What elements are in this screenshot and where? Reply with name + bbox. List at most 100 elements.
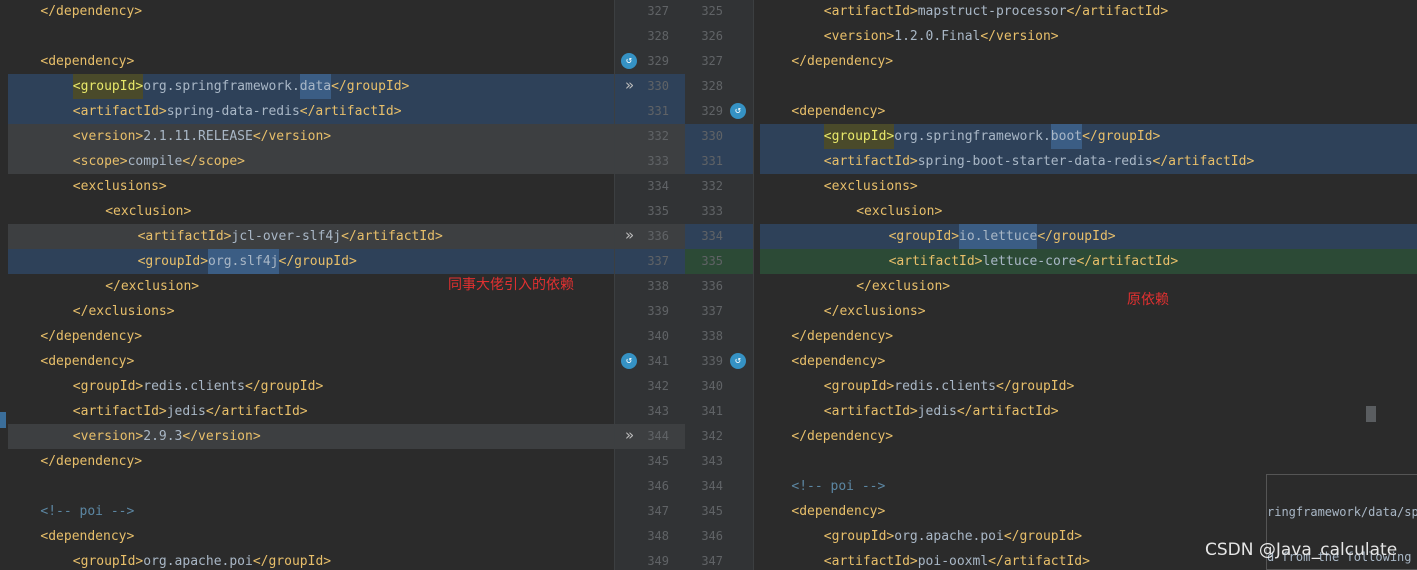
code-token: </dependency> xyxy=(40,329,143,344)
code-token: </exclusion> xyxy=(105,279,200,294)
override-marker-icon[interactable]: ↺ xyxy=(730,353,746,369)
code-token: </artifactId> xyxy=(1066,4,1169,19)
code-line[interactable]: </dependency> xyxy=(40,0,614,24)
code-token: </groupId> xyxy=(996,379,1075,394)
code-token: <dependency> xyxy=(791,104,886,119)
override-marker-icon[interactable]: ↺ xyxy=(621,53,637,69)
code-line[interactable]: </exclusions> xyxy=(824,299,1417,324)
code-line[interactable]: <exclusion> xyxy=(856,199,1417,224)
code-token: redis.clients xyxy=(143,379,245,394)
right-line-number: 345 xyxy=(701,504,723,518)
code-token: </exclusion> xyxy=(856,279,951,294)
code-line[interactable]: <groupId>io.lettuce</groupId> xyxy=(889,224,1417,249)
code-line[interactable]: <artifactId>spring-boot-starter-data-red… xyxy=(824,149,1417,174)
left-line-number: 346 xyxy=(647,479,669,493)
code-line[interactable]: </exclusions> xyxy=(73,299,614,324)
code-line[interactable]: <version>2.1.11.RELEASE</version> xyxy=(73,124,614,149)
right-line-number: 329 xyxy=(701,104,723,118)
right-line-number: 334 xyxy=(701,229,723,243)
right-line-number: 340 xyxy=(701,379,723,393)
code-token: <version> xyxy=(823,29,895,44)
code-line[interactable]: <dependency> xyxy=(40,49,614,74)
code-line[interactable]: <artifactId>jedis</artifactId> xyxy=(73,399,614,424)
scrollbar-marker[interactable] xyxy=(1366,406,1376,422)
code-token: </groupId> xyxy=(278,254,357,269)
code-token: jedis xyxy=(166,404,206,419)
code-token: </dependency> xyxy=(791,54,894,69)
code-line[interactable]: <artifactId>jcl-over-slf4j</artifactId> xyxy=(138,224,614,249)
code-line[interactable]: </dependency> xyxy=(791,324,1417,349)
apply-change-arrow-icon[interactable]: » xyxy=(625,223,634,248)
right-line-number: 339 xyxy=(701,354,723,368)
code-token: <scope> xyxy=(72,154,128,169)
code-line[interactable]: <groupId>redis.clients</groupId> xyxy=(73,374,614,399)
right-line-number: 335 xyxy=(701,254,723,268)
code-token: </version> xyxy=(980,29,1059,44)
code-token: io.lettuce xyxy=(959,224,1038,249)
code-token: <dependency> xyxy=(40,54,135,69)
apply-change-arrow-icon[interactable]: » xyxy=(625,73,634,98)
code-token: <dependency> xyxy=(40,354,135,369)
code-token: <artifactId> xyxy=(823,4,918,19)
code-token: </artifactId> xyxy=(988,554,1090,569)
code-line[interactable]: <artifactId>lettuce-core</artifactId> xyxy=(889,249,1417,274)
code-line[interactable]: <dependency> xyxy=(40,349,614,374)
code-line[interactable]: </dependency> xyxy=(791,424,1417,449)
code-line[interactable]: </dependency> xyxy=(40,324,614,349)
left-line-number: 336 xyxy=(647,229,669,243)
code-line[interactable]: <exclusions> xyxy=(824,174,1417,199)
code-token: </dependency> xyxy=(40,454,143,469)
code-line[interactable]: <dependency> xyxy=(40,524,614,549)
apply-change-arrow-icon[interactable]: » xyxy=(625,423,634,448)
right-line-number: 333 xyxy=(701,204,723,218)
code-token: <artifactId> xyxy=(72,104,167,119)
code-token: <exclusion> xyxy=(856,204,943,219)
code-line[interactable]: </dependency> xyxy=(791,49,1417,74)
code-line[interactable] xyxy=(8,474,614,499)
code-token: org.slf4j xyxy=(208,249,279,274)
code-token: </artifactId> xyxy=(956,404,1059,419)
left-line-number: 338 xyxy=(647,279,669,293)
code-token: <dependency> xyxy=(791,354,886,369)
code-line[interactable]: <artifactId>spring-data-redis</artifactI… xyxy=(73,99,614,124)
code-line[interactable] xyxy=(759,449,1417,474)
right-line-number: 346 xyxy=(701,529,723,543)
code-line[interactable] xyxy=(759,74,1417,99)
code-line[interactable]: <!-- poi --> xyxy=(40,499,614,524)
code-line[interactable]: <groupId>org.slf4j</groupId> xyxy=(138,249,614,274)
code-token: </groupId> xyxy=(331,79,410,94)
override-marker-icon[interactable]: ↺ xyxy=(621,353,637,369)
override-marker-icon[interactable]: ↺ xyxy=(730,103,746,119)
code-token: lettuce-core xyxy=(982,254,1077,269)
code-token: <version> xyxy=(72,429,144,444)
code-token: </artifactId> xyxy=(1152,154,1255,169)
right-line-number: 330 xyxy=(701,129,723,143)
code-line[interactable]: <exclusions> xyxy=(73,174,614,199)
code-line[interactable]: <scope>compile</scope> xyxy=(73,149,614,174)
code-line[interactable]: <version>2.9.3</version> xyxy=(73,424,614,449)
code-token: <groupId> xyxy=(823,124,895,149)
code-token: </groupId> xyxy=(252,554,332,569)
left-line-number: 333 xyxy=(647,154,669,168)
code-line[interactable]: <exclusion> xyxy=(105,199,614,224)
code-line[interactable]: <artifactId>jedis</artifactId> xyxy=(824,399,1417,424)
code-line[interactable]: <version>1.2.0.Final</version> xyxy=(824,24,1417,49)
code-line[interactable]: <artifactId>mapstruct-processor</artifac… xyxy=(824,0,1417,24)
code-line[interactable]: <groupId>redis.clients</groupId> xyxy=(824,374,1417,399)
code-line[interactable]: </dependency> xyxy=(40,449,614,474)
code-line[interactable]: <dependency> xyxy=(791,349,1417,374)
code-line[interactable] xyxy=(8,24,614,49)
code-token: <!-- poi --> xyxy=(40,504,135,519)
code-token: </scope> xyxy=(182,154,246,169)
code-token: spring-boot-starter-data-redis xyxy=(917,154,1153,169)
code-line[interactable]: <groupId>org.springframework.data</group… xyxy=(72,74,614,99)
code-token: <groupId> xyxy=(823,379,895,394)
code-line[interactable]: <groupId>org.springframework.boot</group… xyxy=(823,124,1417,149)
scrollbar-marker[interactable] xyxy=(0,412,6,428)
code-token: boot xyxy=(1050,124,1083,149)
left-line-number: 337 xyxy=(647,254,669,268)
code-line[interactable]: <groupId>org.apache.poi</groupId> xyxy=(73,549,614,570)
code-token: <artifactId> xyxy=(888,254,983,269)
left-line-number: 344 xyxy=(647,429,669,443)
code-line[interactable]: <dependency> xyxy=(791,99,1417,124)
